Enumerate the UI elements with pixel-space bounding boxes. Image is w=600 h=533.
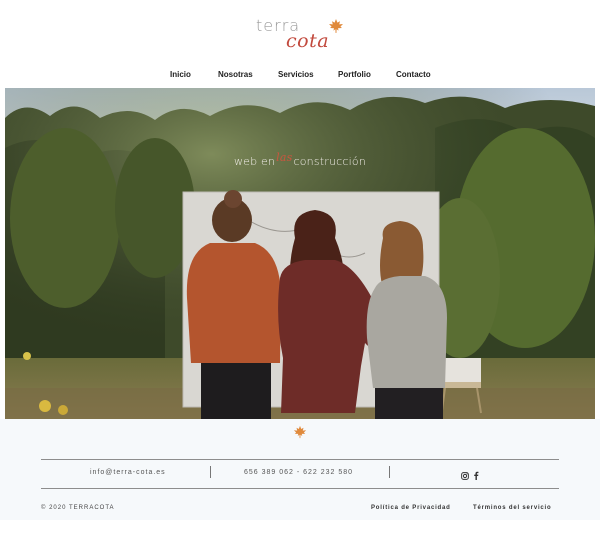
- hero-tagline: web enlasconstrucción: [5, 151, 595, 168]
- contact-separator: [389, 466, 390, 478]
- nav-item-servicios[interactable]: Servicios: [278, 70, 314, 79]
- instagram-icon[interactable]: [461, 467, 469, 485]
- social-links: [461, 467, 479, 485]
- contact-row: info@terra-cota.es 656 389 062 - 622 232…: [41, 463, 559, 485]
- hero-text-separator: las: [276, 151, 293, 164]
- contact-email-link[interactable]: info@terra-cota.es: [90, 469, 166, 476]
- site-header: terra cota Inicio Nosotras Servicios Por…: [0, 0, 600, 88]
- hero-text-after: construcción: [293, 155, 367, 168]
- nav-item-portfolio[interactable]: Portfolio: [338, 70, 371, 79]
- hero-text-before: web en: [233, 155, 276, 168]
- facebook-icon[interactable]: [473, 467, 479, 485]
- contact-separator: [210, 466, 211, 478]
- privacy-policy-link[interactable]: Política de Privacidad: [371, 505, 451, 511]
- maple-leaf-icon: [329, 19, 343, 33]
- nav-item-contacto[interactable]: Contacto: [396, 70, 431, 79]
- footer-divider-top: [41, 459, 559, 460]
- terms-of-service-link[interactable]: Términos del servicio: [473, 505, 552, 511]
- terracota-logo[interactable]: terra cota: [256, 14, 348, 54]
- maple-leaf-icon: [293, 425, 307, 439]
- copyright-text: © 2020 TERRACOTA: [41, 505, 115, 511]
- contact-phones: 656 389 062 - 622 232 580: [244, 469, 354, 476]
- nav-item-inicio[interactable]: Inicio: [170, 70, 191, 79]
- site-footer: info@terra-cota.es 656 389 062 - 622 232…: [0, 419, 600, 520]
- footer-divider-bottom: [41, 488, 559, 489]
- hero-photo-women-in-field: [5, 88, 595, 419]
- nav-item-nosotras[interactable]: Nosotras: [218, 70, 253, 79]
- hero-image: web enlasconstrucción: [5, 88, 595, 419]
- main-nav: Inicio Nosotras Servicios Portfolio Cont…: [0, 70, 600, 84]
- logo-word-cota: cota: [286, 30, 330, 52]
